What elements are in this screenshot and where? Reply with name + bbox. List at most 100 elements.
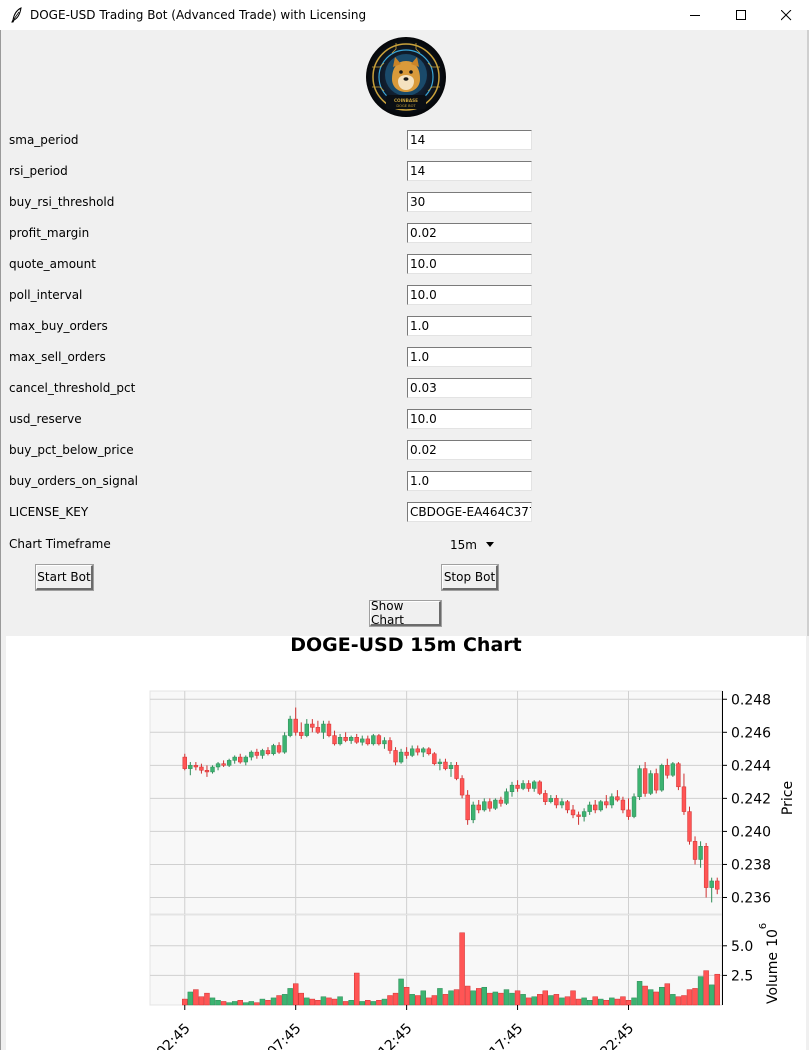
close-icon [780, 9, 791, 20]
price-tick-label: 0.236 [731, 890, 771, 906]
volume-bar [553, 994, 560, 1006]
volume-bar [448, 990, 454, 1006]
time-tick-label: 17:45 [487, 1021, 527, 1050]
volume-bar [292, 983, 299, 1006]
volume-bar [681, 995, 687, 1006]
max-sell-orders-input[interactable]: 1.0 [407, 347, 532, 367]
volume-plot-area [149, 914, 723, 1006]
volume-bar [365, 1000, 371, 1006]
candle-body [593, 804, 598, 811]
candle-body [620, 799, 626, 811]
volume-bar [459, 932, 465, 1006]
candle-body [554, 798, 559, 806]
chevron-down-icon [486, 542, 494, 547]
maximize-icon [735, 9, 746, 20]
window-frame-left [0, 30, 1, 1050]
candle-body [398, 751, 404, 763]
candle-body [448, 765, 454, 769]
candle-body [265, 750, 271, 755]
candle-body [215, 763, 221, 768]
volume-bar [315, 1000, 321, 1006]
volume-bar [409, 994, 415, 1006]
candle-body [404, 751, 409, 756]
logo-text-coinbase: COINBASE [394, 98, 418, 103]
candle-body [576, 814, 581, 817]
candle-body [665, 765, 670, 776]
candle-body [459, 778, 465, 796]
maximize-button[interactable] [718, 0, 764, 30]
volume-bar [426, 997, 432, 1006]
candle-body [243, 756, 248, 763]
volume-bar [403, 986, 410, 1006]
volume-exponent-base: 10 [765, 929, 781, 947]
buy-orders-on-signal-input[interactable]: 1.0 [407, 471, 532, 491]
candle-body [232, 756, 237, 761]
buy-pct-below-price-input[interactable]: 0.02 [407, 440, 532, 460]
volume-bar [231, 1001, 238, 1006]
stop-bot-button[interactable]: Stop Bot [441, 564, 499, 591]
candle-body [304, 723, 309, 736]
candle-body [249, 751, 254, 758]
quote-amount-input[interactable]: 10.0 [407, 254, 532, 274]
candle-body [315, 727, 321, 733]
volume-bar [198, 996, 205, 1006]
profit-margin-input[interactable]: 0.02 [407, 223, 532, 243]
volume-bar [708, 984, 715, 1006]
max-buy-orders-input[interactable]: 1.0 [407, 316, 532, 336]
candle-body [703, 846, 709, 888]
candle-body [715, 880, 720, 890]
candle-body [415, 748, 420, 753]
volume-bar [348, 1000, 354, 1006]
rsi-period-input[interactable]: 14 [407, 161, 532, 181]
usd-reserve-input[interactable]: 10.0 [407, 409, 532, 429]
poll-interval-input[interactable]: 10.0 [407, 285, 532, 305]
price-tick-label: 0.242 [731, 791, 771, 807]
timeframe-value: 15m [450, 538, 477, 552]
candle-body [254, 751, 260, 756]
volume-tick-label: 5.0 [731, 939, 753, 955]
volume-bar [215, 1000, 221, 1006]
candle-body [631, 796, 637, 817]
candle-body [287, 718, 293, 736]
candle-body [637, 768, 642, 797]
label-buy-pct-below-price: buy_pct_below_price [9, 443, 134, 457]
license-key-input[interactable]: CBDOGE-EA464C37739 [407, 502, 532, 522]
timeframe-dropdown[interactable]: 15m [445, 535, 497, 555]
volume-bar [509, 992, 515, 1006]
time-tick-label: 07:45 [265, 1021, 305, 1050]
cancel-threshold-pct-input[interactable]: 0.03 [407, 378, 532, 398]
volume-bar [359, 1001, 365, 1006]
volume-bar [625, 1000, 632, 1006]
show-chart-button[interactable]: Show Chart [369, 599, 442, 627]
candle-body [493, 799, 498, 809]
start-bot-button[interactable]: Start Bot [35, 564, 94, 591]
candle-body [465, 794, 470, 821]
volume-bar [376, 1000, 382, 1006]
volume-bar [342, 1001, 349, 1006]
volume-bar [514, 990, 521, 1006]
buy-rsi-threshold-input[interactable]: 30 [407, 192, 532, 212]
sma-period-input[interactable]: 14 [407, 130, 532, 150]
volume-bar [581, 997, 587, 1006]
candle-body [520, 783, 526, 789]
volume-bar [542, 990, 549, 1006]
candle-body [654, 773, 659, 791]
title-bar[interactable]: DOGE-USD Trading Bot (Advanced Trade) wi… [0, 0, 809, 30]
label-usd-reserve: usd_reserve [9, 412, 82, 426]
volume-bar [675, 996, 682, 1006]
minimize-icon [689, 14, 700, 16]
candle-body [476, 804, 481, 811]
label-profit-margin: profit_margin [9, 226, 90, 240]
candle-body [504, 791, 509, 804]
minimize-button[interactable] [672, 0, 718, 30]
volume-bar [204, 992, 210, 1006]
price-axis-label: Price [780, 781, 796, 815]
volume-bar [636, 981, 643, 1006]
volume-bar [270, 997, 277, 1006]
volume-bar [265, 1000, 271, 1006]
volume-bar [703, 970, 709, 1006]
close-button[interactable] [763, 0, 809, 30]
candle-body [487, 801, 493, 809]
volume-bar [220, 1001, 227, 1006]
candle-body [421, 748, 426, 753]
